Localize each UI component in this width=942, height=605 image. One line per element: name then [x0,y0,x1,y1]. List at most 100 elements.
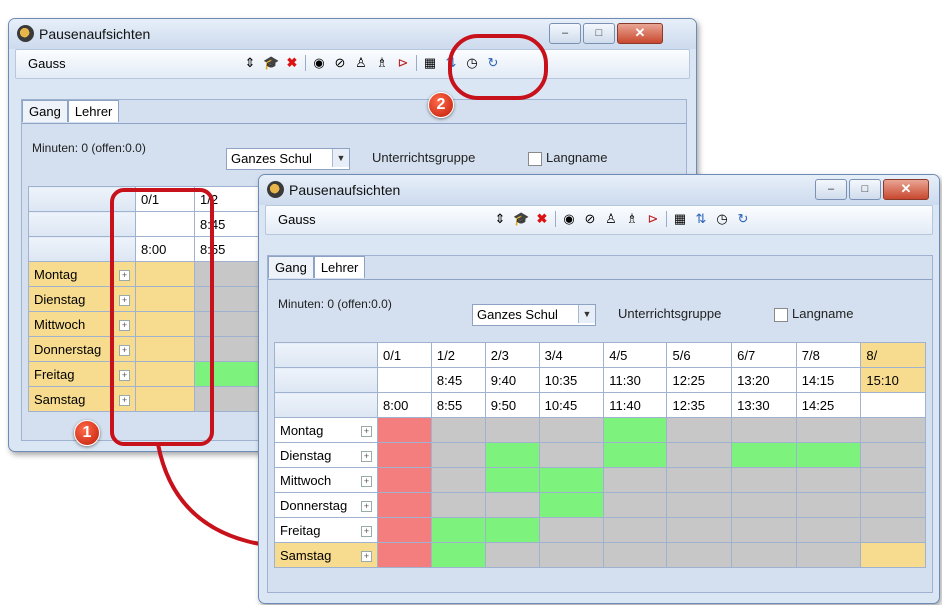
grid-cell[interactable] [430,517,486,543]
grid-cell[interactable] [795,542,862,568]
eye-off-icon[interactable]: ⊘ [582,211,598,227]
calculator-icon[interactable]: ▦ [672,211,688,227]
clock-icon[interactable]: ◷ [714,211,730,227]
assign-teachers-icon[interactable]: ♗ [374,55,390,71]
grid-cell[interactable] [666,417,733,443]
spin-icon[interactable]: ⇕ [242,55,258,71]
grid-cell[interactable] [538,442,605,468]
graduation-cap-icon[interactable]: 🎓 [263,55,279,71]
grid-cell[interactable] [666,442,733,468]
expand-icon[interactable]: + [361,500,372,512]
assign-teachers-icon[interactable]: ♗ [624,211,640,227]
grid-cell[interactable] [860,417,926,443]
grid-cell[interactable] [484,517,540,543]
grid-cell[interactable] [666,492,733,518]
grid-cell[interactable] [603,542,668,568]
eye-icon[interactable]: ◉ [561,211,577,227]
grid-cell[interactable] [430,542,486,568]
tab-gang[interactable]: Gang [22,100,68,122]
minimize-button[interactable]: – [549,23,581,44]
delete-icon[interactable]: ✖ [534,211,550,227]
assign-teacher-icon[interactable]: ♙ [603,211,619,227]
expand-icon[interactable]: + [361,525,372,537]
print-settings-icon[interactable]: ⊳ [645,211,661,227]
grid-cell[interactable] [430,442,486,468]
chevron-down-icon[interactable]: ▼ [578,305,595,323]
grid-cell[interactable] [860,467,926,493]
expand-icon[interactable]: + [361,475,372,487]
grid-cell[interactable] [484,442,540,468]
expand-icon[interactable]: + [361,425,372,437]
grid-cell[interactable] [731,517,797,543]
tab-lehrer[interactable]: Lehrer [313,256,366,278]
close-button[interactable]: ✕ [617,23,663,44]
grid-cell[interactable] [731,542,797,568]
longname-checkbox[interactable] [528,152,542,166]
spin-icon[interactable]: ⇕ [492,211,508,227]
grid-cell[interactable] [484,542,540,568]
minimize-button[interactable]: – [815,179,847,200]
grid-cell[interactable] [484,467,540,493]
tab-gang[interactable]: Gang [268,256,314,278]
grid-cell[interactable] [666,542,733,568]
tab-lehrer[interactable]: Lehrer [67,100,120,122]
refresh-icon[interactable]: ↻ [735,211,751,227]
scope-select[interactable]: Ganzes Schul ▼ [226,148,350,170]
grid-cell[interactable] [860,542,926,568]
grid-cell[interactable] [860,517,926,543]
grid-cell[interactable] [538,467,605,493]
grid-cell[interactable] [731,417,797,443]
grid-cell[interactable] [795,442,862,468]
grid-cell[interactable] [377,417,432,443]
close-button[interactable]: ✕ [883,179,929,200]
grid-cell[interactable] [538,417,605,443]
grid-cell[interactable] [731,492,797,518]
grid-cell[interactable] [795,467,862,493]
grid-cell[interactable] [860,442,926,468]
grid-cell[interactable] [430,417,486,443]
grid-cell[interactable] [731,467,797,493]
grid-cell[interactable] [603,417,668,443]
day-row-donnerstag[interactable]: Donnerstag + [274,492,378,518]
maximize-button[interactable]: □ [849,179,881,200]
calculator-icon[interactable]: ▦ [422,55,438,71]
grid-cell[interactable] [538,542,605,568]
teacher-combo[interactable]: Gauss [278,212,316,227]
teacher-combo[interactable]: Gauss [28,56,66,71]
maximize-button[interactable]: □ [583,23,615,44]
day-row-samstag[interactable]: Samstag + [274,542,378,568]
grid-cell[interactable] [603,492,668,518]
eye-off-icon[interactable]: ⊘ [332,55,348,71]
grid-cell[interactable] [666,467,733,493]
grid-cell[interactable] [603,442,668,468]
grid-cell[interactable] [603,517,668,543]
graduation-cap-icon[interactable]: 🎓 [513,211,529,227]
delete-icon[interactable]: ✖ [284,55,300,71]
grid-cell[interactable] [731,442,797,468]
grid-cell[interactable] [538,492,605,518]
day-row-montag[interactable]: Montag + [274,417,378,443]
eye-icon[interactable]: ◉ [311,55,327,71]
grid-cell[interactable] [795,492,862,518]
grid-cell[interactable] [484,492,540,518]
grid-cell[interactable] [484,417,540,443]
transfer-icon[interactable]: ⇅ [693,211,709,227]
grid-cell[interactable] [666,517,733,543]
chevron-down-icon[interactable]: ▼ [332,149,349,167]
expand-icon[interactable]: + [361,550,372,562]
grid-cell[interactable] [860,492,926,518]
grid-cell[interactable] [377,542,432,568]
day-row-mittwoch[interactable]: Mittwoch + [274,467,378,493]
assign-teacher-icon[interactable]: ♙ [353,55,369,71]
longname-checkbox[interactable] [774,308,788,322]
grid-cell[interactable] [795,517,862,543]
expand-icon[interactable]: + [361,450,372,462]
grid-cell[interactable] [377,442,432,468]
grid-cell[interactable] [795,417,862,443]
grid-cell[interactable] [377,517,432,543]
grid-cell[interactable] [377,492,432,518]
grid-cell[interactable] [538,517,605,543]
grid-cell[interactable] [377,467,432,493]
grid-cell[interactable] [430,492,486,518]
day-row-freitag[interactable]: Freitag + [274,517,378,543]
